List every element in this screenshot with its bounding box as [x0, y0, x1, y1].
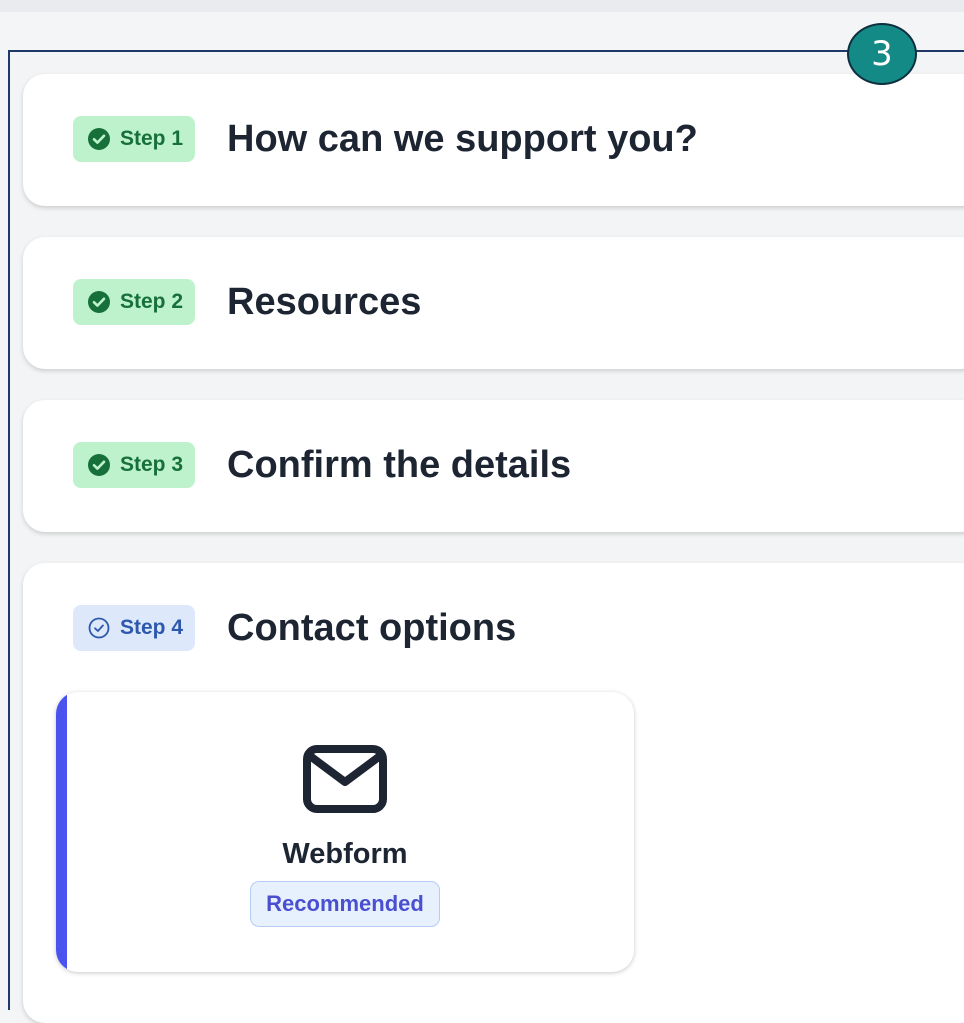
step-card-3[interactable]: Step 3 Confirm the details [23, 400, 964, 532]
mail-icon [303, 745, 387, 813]
step-badge-label: Step 3 [120, 453, 184, 476]
step-header: Step 2 Resources [73, 279, 421, 325]
step-badge-1: Step 1 [73, 116, 196, 162]
step-title: Confirm the details [227, 443, 572, 486]
selected-accent-bar [56, 692, 67, 972]
step-badge-label: Step 2 [120, 290, 184, 313]
step-card-2[interactable]: Step 2 Resources [23, 237, 964, 369]
top-strip [0, 0, 964, 12]
step-header: Step 3 Confirm the details [73, 442, 571, 488]
step-header: Step 4 Contact options [73, 605, 516, 651]
step-badge-label: Step 1 [120, 127, 184, 150]
check-circle-filled-icon [88, 128, 110, 150]
step-header: Step 1 How can we support you? [73, 116, 698, 162]
step-title: Resources [227, 280, 422, 323]
step-badge-label: Step 4 [120, 616, 184, 639]
step-title: How can we support you? [227, 117, 698, 160]
check-circle-filled-icon [88, 454, 110, 476]
step-badge-2: Step 2 [73, 279, 196, 325]
annotation-marker: 3 [847, 23, 917, 85]
step-title: Contact options [227, 606, 517, 649]
option-label: Webform [282, 838, 408, 870]
step-badge-4: Step 4 [73, 605, 196, 651]
check-circle-filled-icon [88, 291, 110, 313]
check-circle-outline-icon [88, 617, 110, 639]
step-badge-3: Step 3 [73, 442, 196, 488]
webform-option-card[interactable]: Webform Recommended [56, 692, 634, 972]
step-card-1[interactable]: Step 1 How can we support you? [23, 74, 964, 206]
recommended-badge: Recommended [250, 881, 440, 927]
